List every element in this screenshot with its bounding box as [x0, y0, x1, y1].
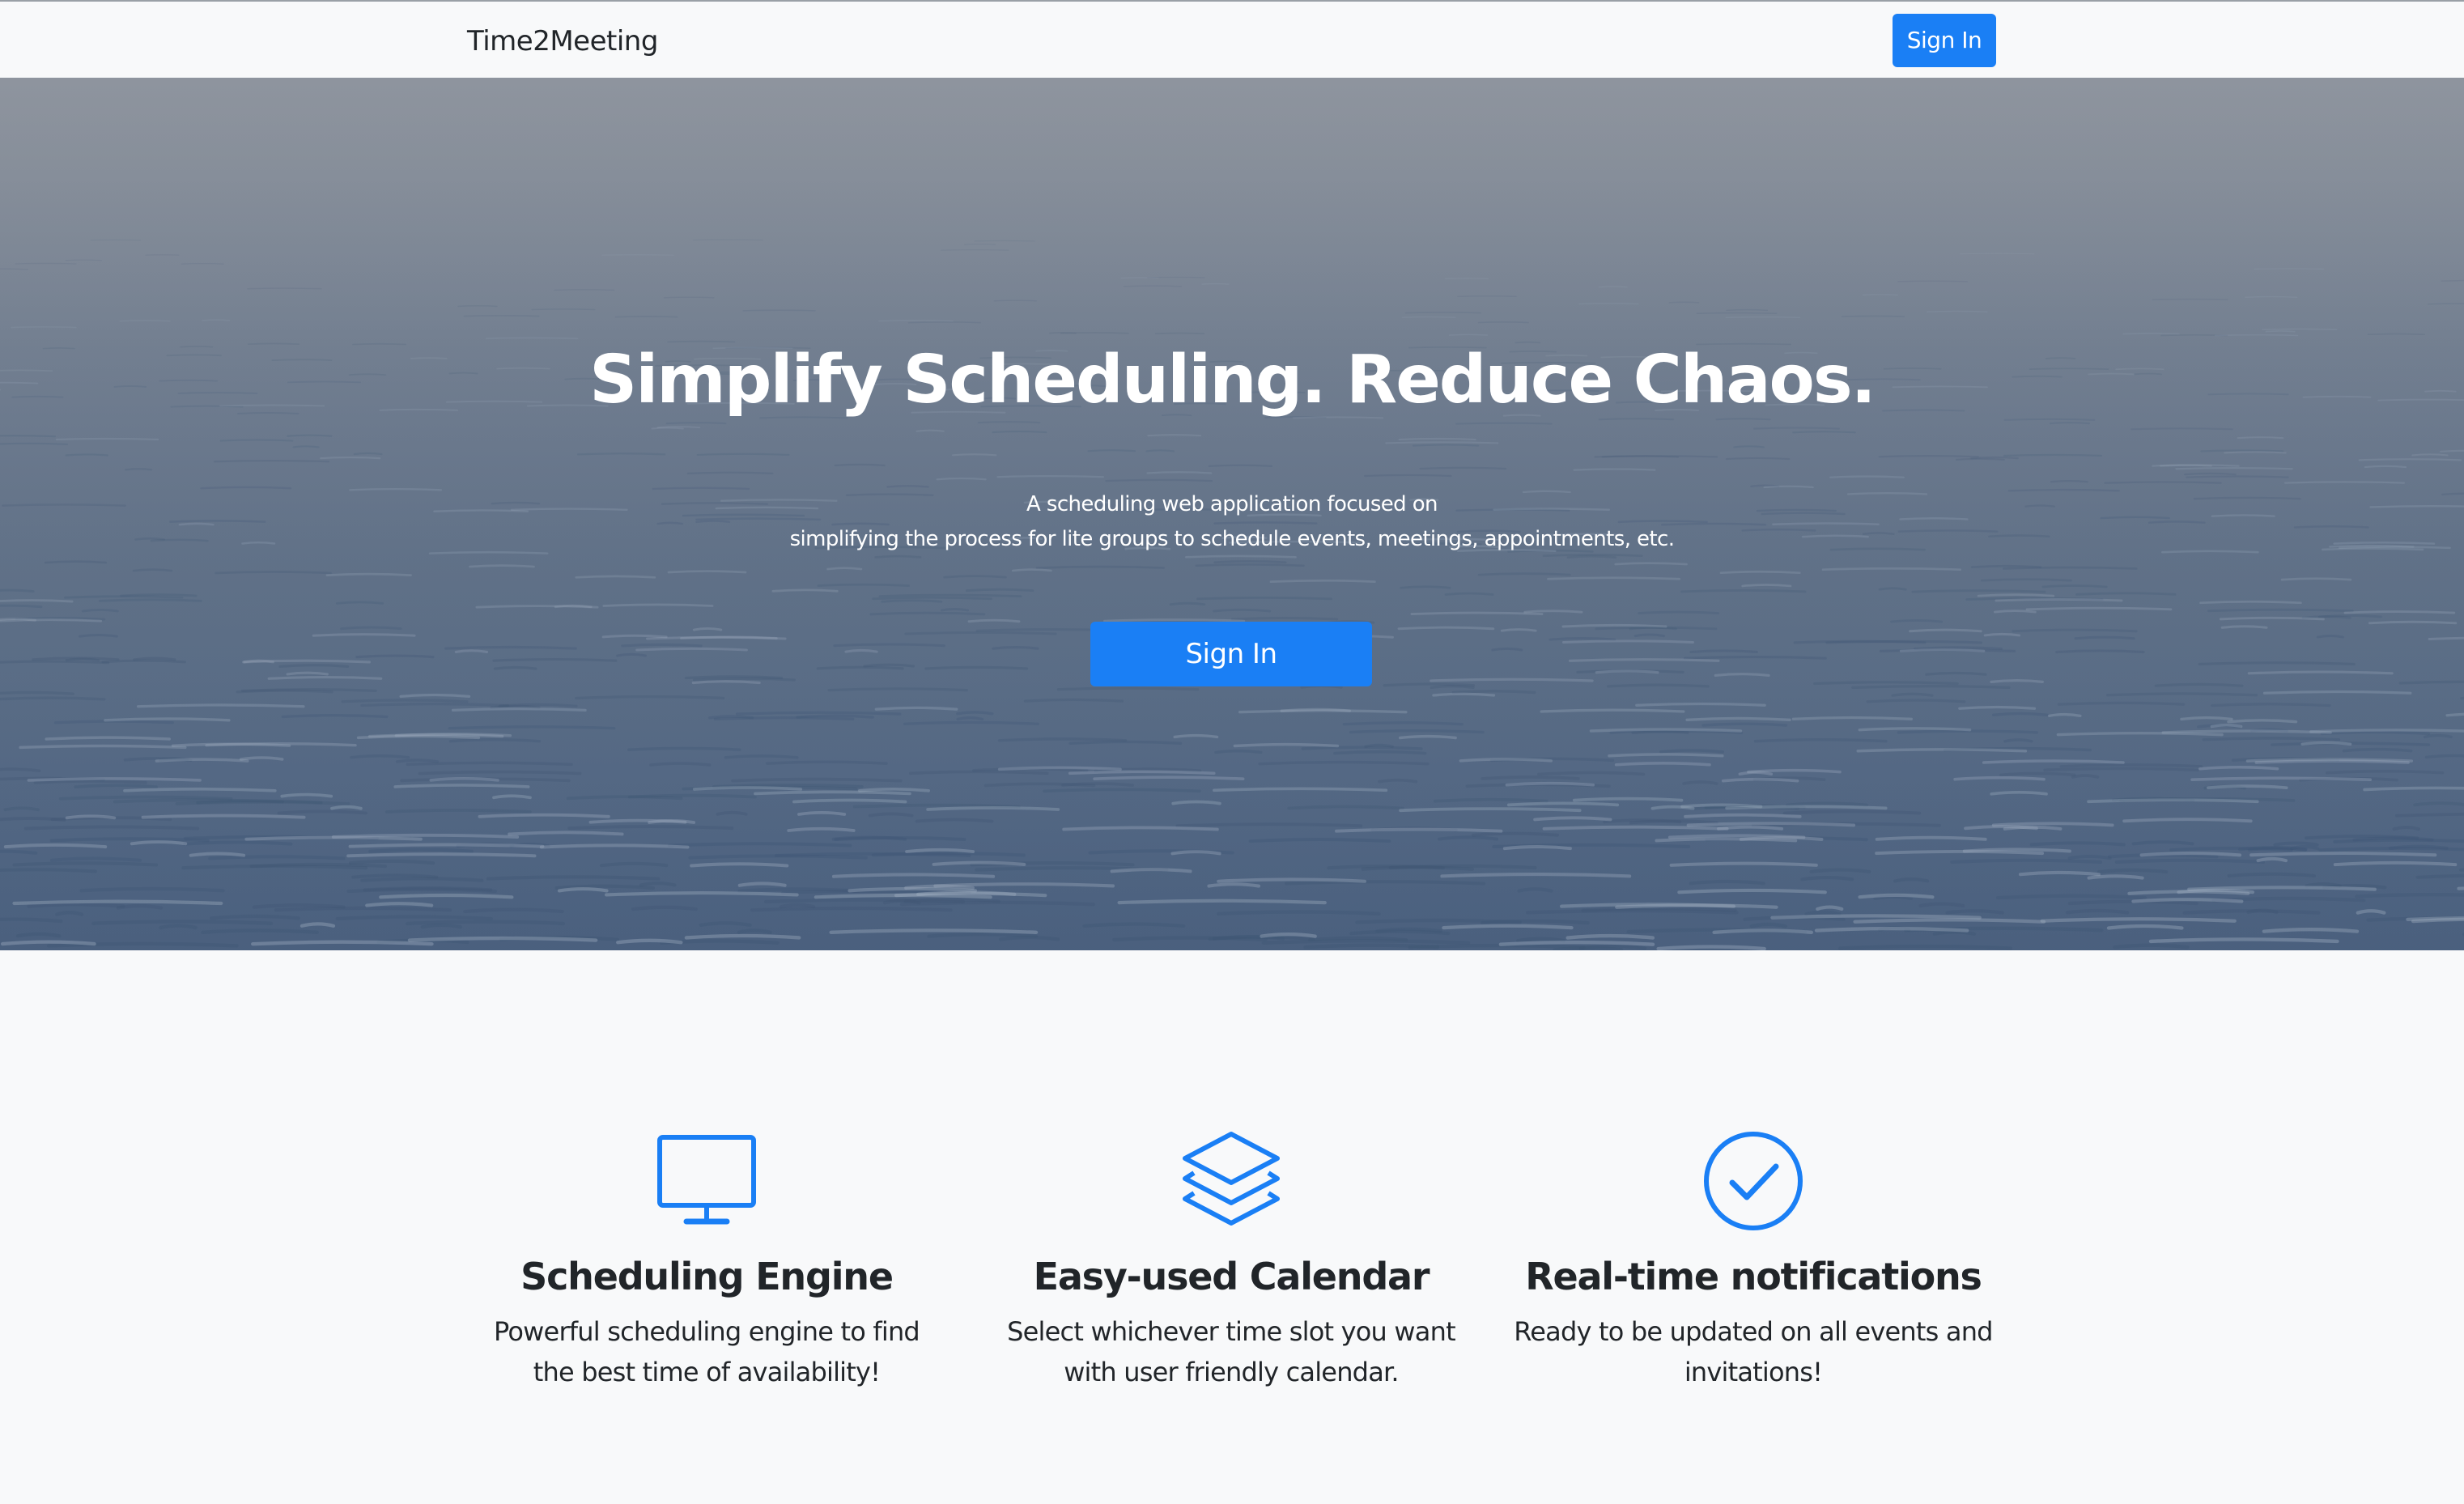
- hero-description-line-1: A scheduling web application focused on: [1026, 492, 1438, 516]
- feature-description: Powerful scheduling engine to find the b…: [456, 1311, 958, 1392]
- feature-realtime-notifications: Real-time notifications Ready to be upda…: [1502, 1128, 2004, 1392]
- layers-icon: [1183, 1132, 1280, 1226]
- hero-sign-in-button[interactable]: Sign In: [1090, 622, 1372, 686]
- hero-headline: Simplify Scheduling. Reduce Chaos.: [589, 342, 1876, 418]
- brand-logo-link[interactable]: Time2Meeting: [467, 23, 658, 60]
- feature-title: Easy-used Calendar: [1033, 1255, 1430, 1298]
- feature-description-line-2: the best time of availability!: [533, 1357, 881, 1387]
- check-circle-icon: [1704, 1132, 1803, 1230]
- feature-description-line-1: Ready to be updated on all events and: [1514, 1316, 1993, 1347]
- top-navbar: Time2Meeting Sign In: [0, 0, 2464, 78]
- feature-title: Scheduling Engine: [520, 1255, 894, 1298]
- feature-description-line-2: with user friendly calendar.: [1064, 1357, 1399, 1387]
- feature-scheduling-engine: Scheduling Engine Powerful scheduling en…: [456, 1128, 958, 1392]
- feature-description-line-2: invitations!: [1684, 1357, 1823, 1387]
- navbar-sign-in-button[interactable]: Sign In: [1893, 14, 1996, 67]
- hero-section: Simplify Scheduling. Reduce Chaos. A sch…: [0, 78, 2464, 950]
- feature-description: Ready to be updated on all events and in…: [1502, 1311, 2004, 1392]
- feature-description-line-1: Select whichever time slot you want: [1007, 1316, 1455, 1347]
- feature-easy-calendar: Easy-used Calendar Select whichever time…: [980, 1128, 1482, 1392]
- desktop-monitor-icon: [657, 1135, 756, 1225]
- feature-title: Real-time notifications: [1525, 1255, 1982, 1298]
- hero-description-line-2: simplifying the process for lite groups …: [789, 527, 1675, 551]
- hero-description: A scheduling web application focused on …: [0, 487, 2464, 557]
- feature-description: Select whichever time slot you want with…: [980, 1311, 1482, 1392]
- features-section: Scheduling Engine Powerful scheduling en…: [0, 950, 2464, 1504]
- landing-page: Time2Meeting Sign In Simplify Scheduling…: [0, 0, 2464, 1504]
- feature-description-line-1: Powerful scheduling engine to find: [494, 1316, 920, 1347]
